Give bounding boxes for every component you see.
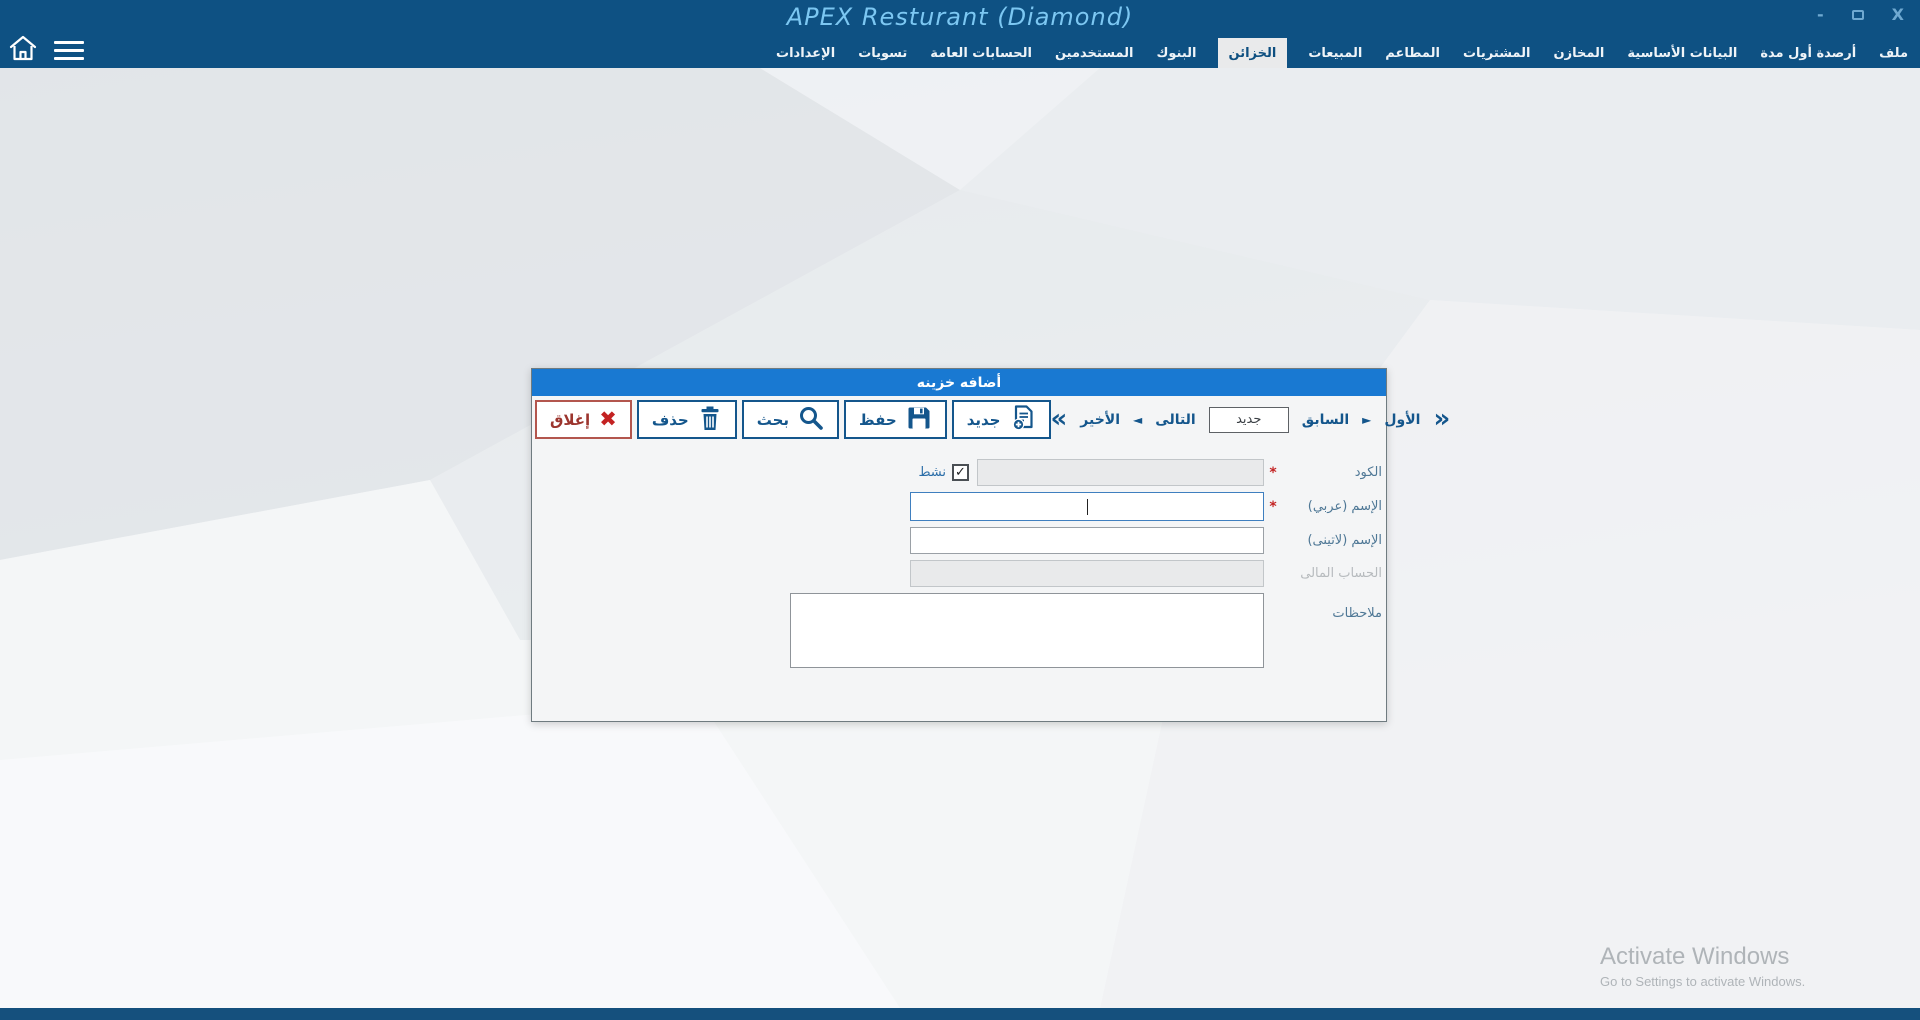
nav-last-chevron-icon[interactable]: «: [1051, 409, 1068, 430]
menu-item-restaurants[interactable]: المطاعم: [1383, 38, 1442, 68]
app-title: APEX Resturant (Diamond): [0, 3, 1920, 31]
treasury-form: الكود * ✓ نشط الإسم (عربي) * الإسم (لاتي…: [536, 459, 1382, 674]
menu-item-treasuries[interactable]: الخزائن: [1218, 38, 1288, 68]
search-icon: [798, 405, 824, 435]
nav-previous-arrow-icon[interactable]: ►: [1362, 414, 1371, 426]
header-left-icons: [8, 34, 84, 66]
menu-item-settings[interactable]: الإعدادات: [774, 38, 837, 68]
search-button-label: بحث: [757, 411, 789, 429]
name-latin-label: الإسم (لاتينى): [1282, 533, 1382, 548]
nav-first-button[interactable]: الأول: [1384, 412, 1420, 428]
new-document-icon: [1010, 404, 1036, 435]
nav-previous-button[interactable]: السابق: [1302, 412, 1349, 428]
financial-account-input: [910, 560, 1264, 587]
name-latin-input[interactable]: [910, 527, 1264, 554]
nav-next-button[interactable]: التالى: [1155, 412, 1195, 428]
nav-next-arrow-icon[interactable]: ◄: [1133, 414, 1142, 426]
trash-icon: [698, 405, 722, 435]
notes-textarea[interactable]: [790, 593, 1264, 668]
code-label: الكود: [1282, 465, 1382, 480]
window-controls: - X: [1817, 7, 1904, 23]
maximize-button[interactable]: [1852, 7, 1864, 23]
active-checkbox-label: نشط: [918, 465, 946, 480]
name-arabic-row: الإسم (عربي) *: [536, 492, 1382, 521]
menu-item-warehouses[interactable]: المخازن: [1552, 38, 1607, 68]
record-state-box: جديد: [1209, 407, 1289, 433]
name-latin-row: الإسم (لاتينى): [536, 527, 1382, 554]
menu-bar: ملف أرصدة أول مدة البيانات الأساسية المخ…: [0, 38, 1920, 68]
header: APEX Resturant (Diamond) - X ملف أرصدة أ…: [0, 0, 1920, 68]
app-window: APEX Resturant (Diamond) - X ملف أرصدة أ…: [0, 0, 1920, 1020]
menu-item-adjustments[interactable]: تسويات: [856, 38, 909, 68]
financial-account-row: الحساب المالى: [536, 560, 1382, 587]
menu-item-opening-balances[interactable]: أرصدة أول مدة: [1758, 38, 1858, 68]
watermark-line1: Activate Windows: [1600, 943, 1805, 971]
close-window-button[interactable]: X: [1892, 7, 1904, 23]
menu-item-purchases[interactable]: المشتريات: [1461, 38, 1533, 68]
close-dialog-button[interactable]: إغلاق ✖: [535, 400, 632, 439]
name-arabic-input[interactable]: [910, 492, 1264, 521]
code-input: [977, 459, 1264, 486]
record-navigator: « الأخير ◄ التالى جديد السابق ► الأول »: [1051, 407, 1451, 433]
nav-last-button[interactable]: الأخير: [1080, 412, 1120, 428]
save-button[interactable]: حفظ: [844, 400, 947, 439]
menu-item-users[interactable]: المستخدمين: [1053, 38, 1136, 68]
new-button[interactable]: جديد: [952, 400, 1051, 439]
dialog-title: أضافه خزينه: [532, 369, 1386, 396]
maximize-icon: [1852, 10, 1864, 20]
menu-item-basic-data[interactable]: البيانات الأساسية: [1625, 38, 1739, 68]
home-icon[interactable]: [8, 34, 38, 66]
financial-account-label: الحساب المالى: [1282, 566, 1382, 581]
active-checkbox[interactable]: ✓: [952, 464, 969, 481]
bottom-bar: [0, 1008, 1920, 1020]
menu-item-file[interactable]: ملف: [1877, 38, 1910, 68]
menu-item-sales[interactable]: المبيعات: [1306, 38, 1364, 68]
notes-label: ملاحظات: [1282, 593, 1382, 621]
menu-item-banks[interactable]: البنوك: [1154, 38, 1198, 68]
dialog-toolbar: إغلاق ✖ حذف: [532, 396, 1386, 442]
hamburger-menu-icon[interactable]: [54, 41, 84, 60]
nav-first-chevron-icon[interactable]: »: [1433, 409, 1450, 430]
search-button[interactable]: بحث: [742, 400, 839, 439]
text-cursor: [1087, 499, 1088, 515]
save-floppy-icon: [906, 405, 932, 435]
delete-button-label: حذف: [652, 411, 689, 429]
save-button-label: حفظ: [859, 411, 897, 429]
check-icon: ✓: [955, 466, 966, 479]
new-button-label: جديد: [967, 411, 1001, 429]
delete-button[interactable]: حذف: [637, 400, 737, 439]
close-x-icon: ✖: [599, 409, 617, 430]
code-required-marker: *: [1264, 465, 1282, 481]
name-arabic-label: الإسم (عربي): [1282, 499, 1382, 514]
minimize-button[interactable]: -: [1817, 7, 1824, 23]
notes-row: ملاحظات: [536, 593, 1382, 668]
code-row: الكود * ✓ نشط: [536, 459, 1382, 486]
toolbar-buttons: إغلاق ✖ حذف: [535, 400, 1051, 439]
add-treasury-dialog: أضافه خزينه إغلاق ✖ حذف: [531, 368, 1387, 722]
activate-windows-watermark: Activate Windows Go to Settings to activ…: [1600, 943, 1805, 989]
name-arabic-required-marker: *: [1264, 499, 1282, 515]
menu-item-general-accounts[interactable]: الحسابات العامة: [928, 38, 1034, 68]
watermark-line2: Go to Settings to activate Windows.: [1600, 974, 1805, 989]
close-button-label: إغلاق: [550, 411, 590, 429]
